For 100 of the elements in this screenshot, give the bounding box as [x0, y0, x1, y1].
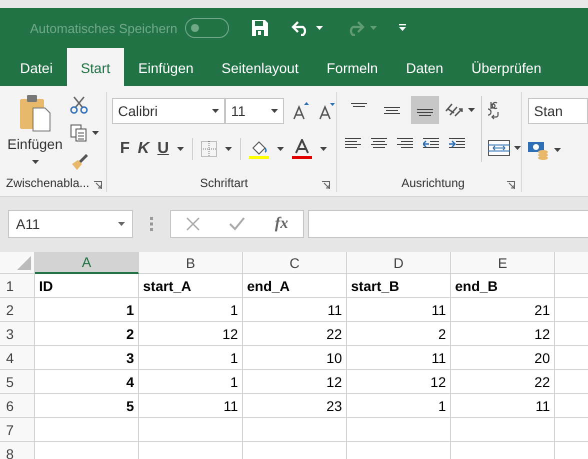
table-cell[interactable]: 22 — [451, 370, 555, 394]
font-name-dropdown[interactable]: Calibri — [112, 98, 225, 124]
name-box[interactable]: A11 — [8, 210, 133, 238]
insert-function-button[interactable]: fx — [274, 215, 288, 233]
row-header[interactable]: 6 — [0, 394, 35, 418]
table-cell[interactable]: 1 — [35, 298, 139, 322]
table-cell[interactable]: start_B — [347, 274, 451, 298]
merge-cells-icon[interactable] — [488, 140, 510, 156]
copy-icon[interactable] — [70, 124, 88, 142]
caret-icon[interactable] — [176, 147, 184, 151]
save-icon[interactable] — [251, 19, 270, 37]
caret-icon[interactable] — [224, 147, 232, 151]
paste-button[interactable]: Einfügen — [0, 92, 70, 174]
grip-icon — [150, 217, 153, 231]
table-cell[interactable]: end_B — [451, 274, 555, 298]
caret-icon[interactable] — [92, 131, 99, 135]
table-cell[interactable]: 12 — [139, 322, 243, 346]
formula-input[interactable] — [308, 210, 588, 238]
dialog-launcher-icon[interactable] — [322, 181, 330, 189]
italic-button[interactable]: K — [138, 140, 150, 158]
caret-icon[interactable] — [468, 108, 475, 112]
row-header[interactable]: 8 — [0, 442, 35, 459]
currency-icon[interactable] — [528, 140, 550, 160]
table-cell[interactable]: 4 — [35, 370, 139, 394]
caret-icon[interactable] — [320, 147, 327, 151]
row-header[interactable]: 2 — [0, 298, 35, 322]
table-cell[interactable]: 2 — [347, 322, 451, 346]
row-header[interactable]: 1 — [0, 274, 35, 298]
font-size-dropdown[interactable]: 11 — [225, 98, 284, 124]
ribbon-tab[interactable]: Seitenlayout — [208, 48, 313, 86]
empty-cell[interactable] — [451, 418, 555, 442]
bold-button[interactable]: F — [120, 140, 130, 158]
ribbon-tab[interactable]: Überprüfen — [457, 48, 556, 86]
row-header[interactable]: 7 — [0, 418, 35, 442]
autosave-toggle[interactable] — [185, 18, 230, 38]
table-cell[interactable]: 12 — [451, 322, 555, 346]
ribbon-tab[interactable]: Datei — [6, 48, 67, 86]
caret-icon[interactable] — [554, 148, 561, 152]
table-cell[interactable]: 11 — [347, 346, 451, 370]
clipboard-icon — [18, 94, 52, 132]
table-cell[interactable]: 2 — [35, 322, 139, 346]
bottom-align-icon[interactable] — [411, 96, 439, 124]
table-cell[interactable]: 12 — [347, 370, 451, 394]
table-cell[interactable]: ID — [35, 274, 139, 298]
empty-cell[interactable] — [243, 418, 347, 442]
column-header[interactable]: B — [139, 252, 243, 274]
ribbon-tab[interactable]: Start — [66, 48, 124, 86]
brush-icon[interactable] — [70, 152, 88, 170]
ribbon-tab[interactable]: Daten — [392, 48, 458, 86]
caret-icon[interactable] — [316, 26, 324, 30]
customize-icon[interactable] — [399, 24, 408, 32]
empty-cell[interactable] — [347, 418, 451, 442]
font-color-icon[interactable] — [292, 139, 312, 159]
underline-button[interactable]: U — [157, 140, 169, 158]
table-cell[interactable]: 23 — [243, 394, 347, 418]
table-cell[interactable]: 11 — [243, 298, 347, 322]
ribbon-tab[interactable]: Formeln — [312, 48, 392, 86]
column-header[interactable]: C — [243, 252, 347, 274]
table-cell[interactable]: 11 — [347, 298, 451, 322]
table-cell[interactable]: 1 — [347, 394, 451, 418]
group-label: Schriftart — [200, 176, 248, 190]
row-header[interactable]: 5 — [0, 370, 35, 394]
column-header[interactable]: A — [35, 252, 139, 274]
dialog-launcher-icon[interactable] — [94, 181, 102, 189]
table-cell[interactable]: 21 — [451, 298, 555, 322]
scissors-icon[interactable] — [70, 96, 88, 114]
table-cell[interactable]: 11 — [451, 394, 555, 418]
table-cell[interactable]: 1 — [139, 346, 243, 370]
empty-cell[interactable] — [139, 418, 243, 442]
table-cell[interactable]: 1 — [139, 370, 243, 394]
table-cell[interactable]: 1 — [139, 298, 243, 322]
caret-icon — [32, 160, 38, 164]
table-cell[interactable]: 22 — [243, 322, 347, 346]
borders-icon[interactable] — [200, 141, 217, 157]
caret-icon[interactable] — [276, 147, 284, 151]
fill-color-icon[interactable] — [248, 139, 269, 159]
orientation-icon[interactable] — [444, 101, 464, 119]
check-icon[interactable] — [229, 217, 246, 231]
table-cell[interactable]: 20 — [451, 346, 555, 370]
table-cell[interactable]: 11 — [139, 394, 243, 418]
ribbon-tab[interactable]: Einfügen — [124, 48, 208, 86]
dialog-launcher-icon[interactable] — [507, 181, 515, 189]
group-label: Ausrichtung — [401, 176, 465, 190]
column-header[interactable]: D — [347, 252, 451, 274]
table-cell[interactable]: 10 — [243, 346, 347, 370]
caret-icon[interactable] — [514, 146, 521, 150]
group-label: Zwischenabla... — [6, 176, 90, 190]
shrink-font-icon[interactable] — [318, 102, 336, 120]
row-header[interactable]: 3 — [0, 322, 35, 346]
row-header[interactable]: 4 — [0, 346, 35, 370]
autosave-label: Automatisches Speichern — [30, 20, 178, 36]
table-cell[interactable]: 5 — [35, 394, 139, 418]
number-format-dropdown[interactable]: Stan — [528, 98, 588, 124]
caret-icon — [370, 26, 378, 30]
grow-font-icon[interactable] — [292, 102, 310, 120]
column-header[interactable]: E — [451, 252, 555, 274]
table-cell[interactable]: end_A — [243, 274, 347, 298]
table-cell[interactable]: start_A — [139, 274, 243, 298]
table-cell[interactable]: 3 — [35, 346, 139, 370]
table-cell[interactable]: 12 — [243, 370, 347, 394]
